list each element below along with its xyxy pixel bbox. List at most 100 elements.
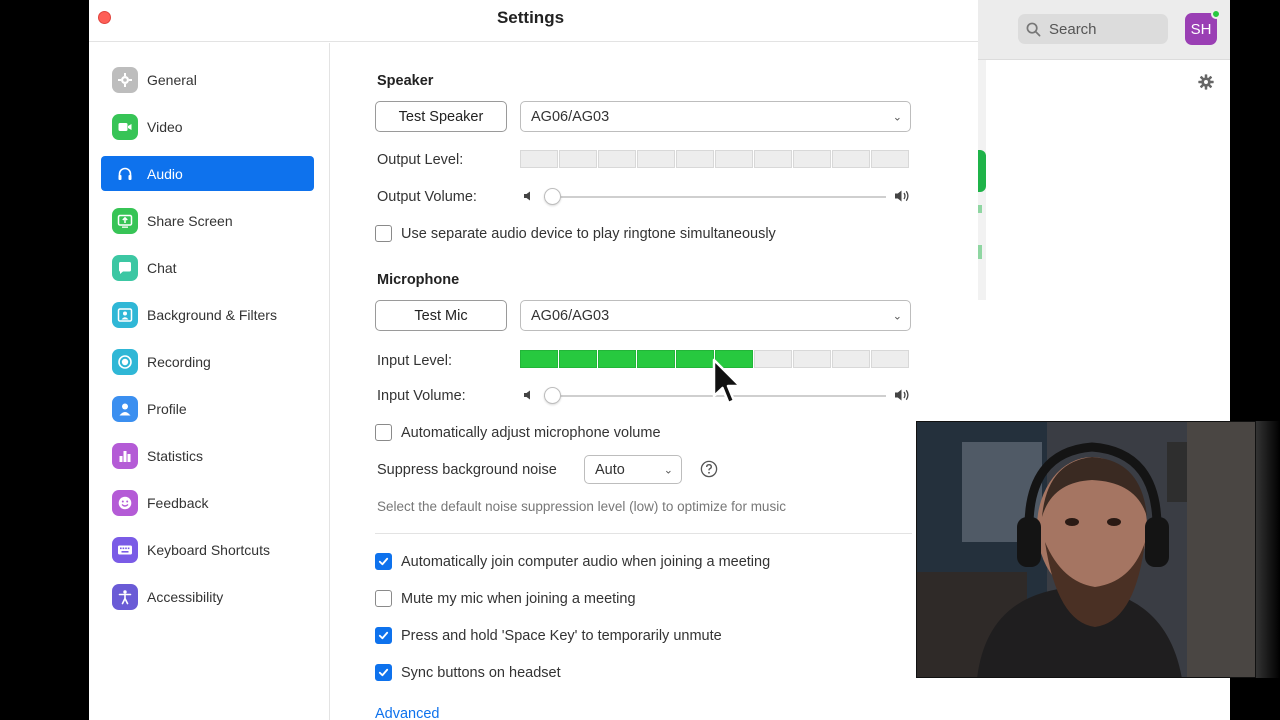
background-green-mark: [978, 245, 982, 259]
settings-window: Settings General Video Audio Share Scree…: [89, 0, 978, 720]
sidebar-item-video[interactable]: Video: [101, 109, 314, 144]
auto-adjust-option[interactable]: Automatically adjust microphone volume: [375, 424, 661, 441]
audio-settings-panel: Speaker Test Speaker AG06/AG03 ⌄ Output …: [331, 43, 978, 720]
mouse-cursor-icon: [712, 358, 742, 405]
webcam-edge-shadow: [1256, 421, 1280, 678]
sidebar-item-chat[interactable]: Chat: [101, 250, 314, 285]
keyboard-icon: [112, 536, 138, 563]
window-title: Settings: [496, 8, 565, 27]
ringtone-checkbox[interactable]: [375, 225, 392, 242]
sidebar-item-accessibility[interactable]: Accessibility: [101, 579, 314, 614]
mic-volume-high-icon: [895, 389, 909, 401]
output-level-meter: [520, 150, 909, 168]
avatar-initials: SH: [1190, 20, 1212, 38]
sidebar-item-profile[interactable]: Profile: [101, 391, 314, 426]
background-green-mark: [978, 205, 982, 213]
input-volume-label: Input Volume:: [377, 388, 466, 404]
chevron-down-icon: ⌄: [892, 111, 902, 123]
output-level-segment: [871, 150, 909, 168]
sidebar-item-recording[interactable]: Recording: [101, 344, 314, 379]
sidebar-item-label: Chat: [147, 259, 177, 276]
webcam-overlay: [916, 421, 1256, 678]
sidebar-item-statistics[interactable]: Statistics: [101, 438, 314, 473]
output-level-segment: [754, 150, 792, 168]
screen: Search SH Settings General Video Audio S…: [0, 0, 1280, 720]
output-level-segment: [715, 150, 753, 168]
sidebar-item-background-filters[interactable]: Background & Filters: [101, 297, 314, 332]
gear-icon[interactable]: [1197, 73, 1215, 91]
person-icon: [112, 395, 138, 422]
output-level-segment: [637, 150, 675, 168]
input-level-segment: [598, 350, 636, 368]
input-level-segment: [793, 350, 831, 368]
option-join-audio[interactable]: Automatically join computer audio when j…: [375, 553, 770, 570]
search-box[interactable]: Search: [1018, 14, 1168, 44]
input-level-segment: [559, 350, 597, 368]
sidebar-item-keyboard-shortcuts[interactable]: Keyboard Shortcuts: [101, 532, 314, 567]
microphone-device-value: AG06/AG03: [531, 307, 610, 324]
help-icon[interactable]: [700, 460, 718, 478]
sidebar-item-audio[interactable]: Audio: [101, 156, 314, 191]
suppress-noise-select[interactable]: Auto ⌄: [584, 455, 682, 484]
sidebar-item-label: Accessibility: [147, 588, 224, 605]
sidebar-item-label: General: [147, 71, 197, 88]
input-level-label: Input Level:: [377, 353, 452, 369]
microphone-device-select[interactable]: AG06/AG03 ⌄: [520, 300, 911, 331]
sync-headset-checkbox[interactable]: [375, 664, 392, 681]
output-volume-track: [544, 196, 886, 198]
join-audio-checkbox[interactable]: [375, 553, 392, 570]
mute-mic-label: Mute my mic when joining a meeting: [401, 590, 636, 607]
suppress-noise-label: Suppress background noise: [377, 462, 557, 478]
webcam-person-image: [917, 422, 1255, 677]
input-level-segment: [871, 350, 909, 368]
share-screen-icon: [112, 207, 138, 234]
input-level-segment: [520, 350, 558, 368]
input-volume-slider[interactable]: [544, 387, 561, 404]
sidebar-item-label: Profile: [147, 400, 187, 417]
record-icon: [112, 348, 138, 375]
speaker-high-icon: [895, 190, 909, 202]
section-divider: [375, 533, 912, 534]
speaker-device-value: AG06/AG03: [531, 108, 610, 125]
advanced-link[interactable]: Advanced: [375, 706, 440, 720]
speaker-device-select[interactable]: AG06/AG03 ⌄: [520, 101, 911, 132]
online-status-dot: [1211, 9, 1221, 19]
input-level-segment: [832, 350, 870, 368]
search-icon: [1026, 22, 1041, 36]
person-background-icon: [112, 301, 138, 328]
background-green-tile: [978, 150, 986, 192]
sidebar-item-label: Recording: [147, 353, 211, 370]
microphone-heading: Microphone: [377, 272, 460, 288]
title-bar: Settings: [89, 0, 978, 42]
sidebar-item-label: Share Screen: [147, 212, 233, 229]
ringtone-label: Use separate audio device to play ringto…: [401, 225, 776, 242]
headphones-icon: [112, 161, 138, 187]
accessibility-icon: [112, 583, 138, 610]
auto-adjust-checkbox[interactable]: [375, 424, 392, 441]
sidebar-item-label: Statistics: [147, 447, 204, 464]
space-unmute-checkbox[interactable]: [375, 627, 392, 644]
settings-sidebar: General Video Audio Share Screen Chat Ba…: [89, 43, 330, 720]
output-level-segment: [520, 150, 558, 168]
test-speaker-button[interactable]: Test Speaker: [375, 101, 507, 132]
suppress-noise-value: Auto: [595, 461, 625, 478]
chevron-down-icon: ⌄: [892, 310, 902, 322]
sync-headset-label: Sync buttons on headset: [401, 664, 561, 681]
sidebar-item-share-screen[interactable]: Share Screen: [101, 203, 314, 238]
mute-mic-checkbox[interactable]: [375, 590, 392, 607]
input-level-segment: [754, 350, 792, 368]
option-space-unmute[interactable]: Press and hold 'Space Key' to temporaril…: [375, 627, 722, 644]
video-camera-icon: [112, 113, 138, 140]
option-mute-mic[interactable]: Mute my mic when joining a meeting: [375, 590, 636, 607]
chat-bubble-icon: [112, 254, 138, 281]
sidebar-item-label: Feedback: [147, 494, 209, 511]
option-sync-headset[interactable]: Sync buttons on headset: [375, 664, 561, 681]
sidebar-item-general[interactable]: General: [101, 62, 314, 97]
output-volume-label: Output Volume:: [377, 189, 477, 205]
sidebar-item-feedback[interactable]: Feedback: [101, 485, 314, 520]
smiley-icon: [112, 489, 138, 516]
test-mic-button[interactable]: Test Mic: [375, 300, 507, 331]
output-level-segment: [832, 150, 870, 168]
ringtone-option[interactable]: Use separate audio device to play ringto…: [375, 225, 776, 242]
output-volume-slider[interactable]: [544, 188, 561, 205]
